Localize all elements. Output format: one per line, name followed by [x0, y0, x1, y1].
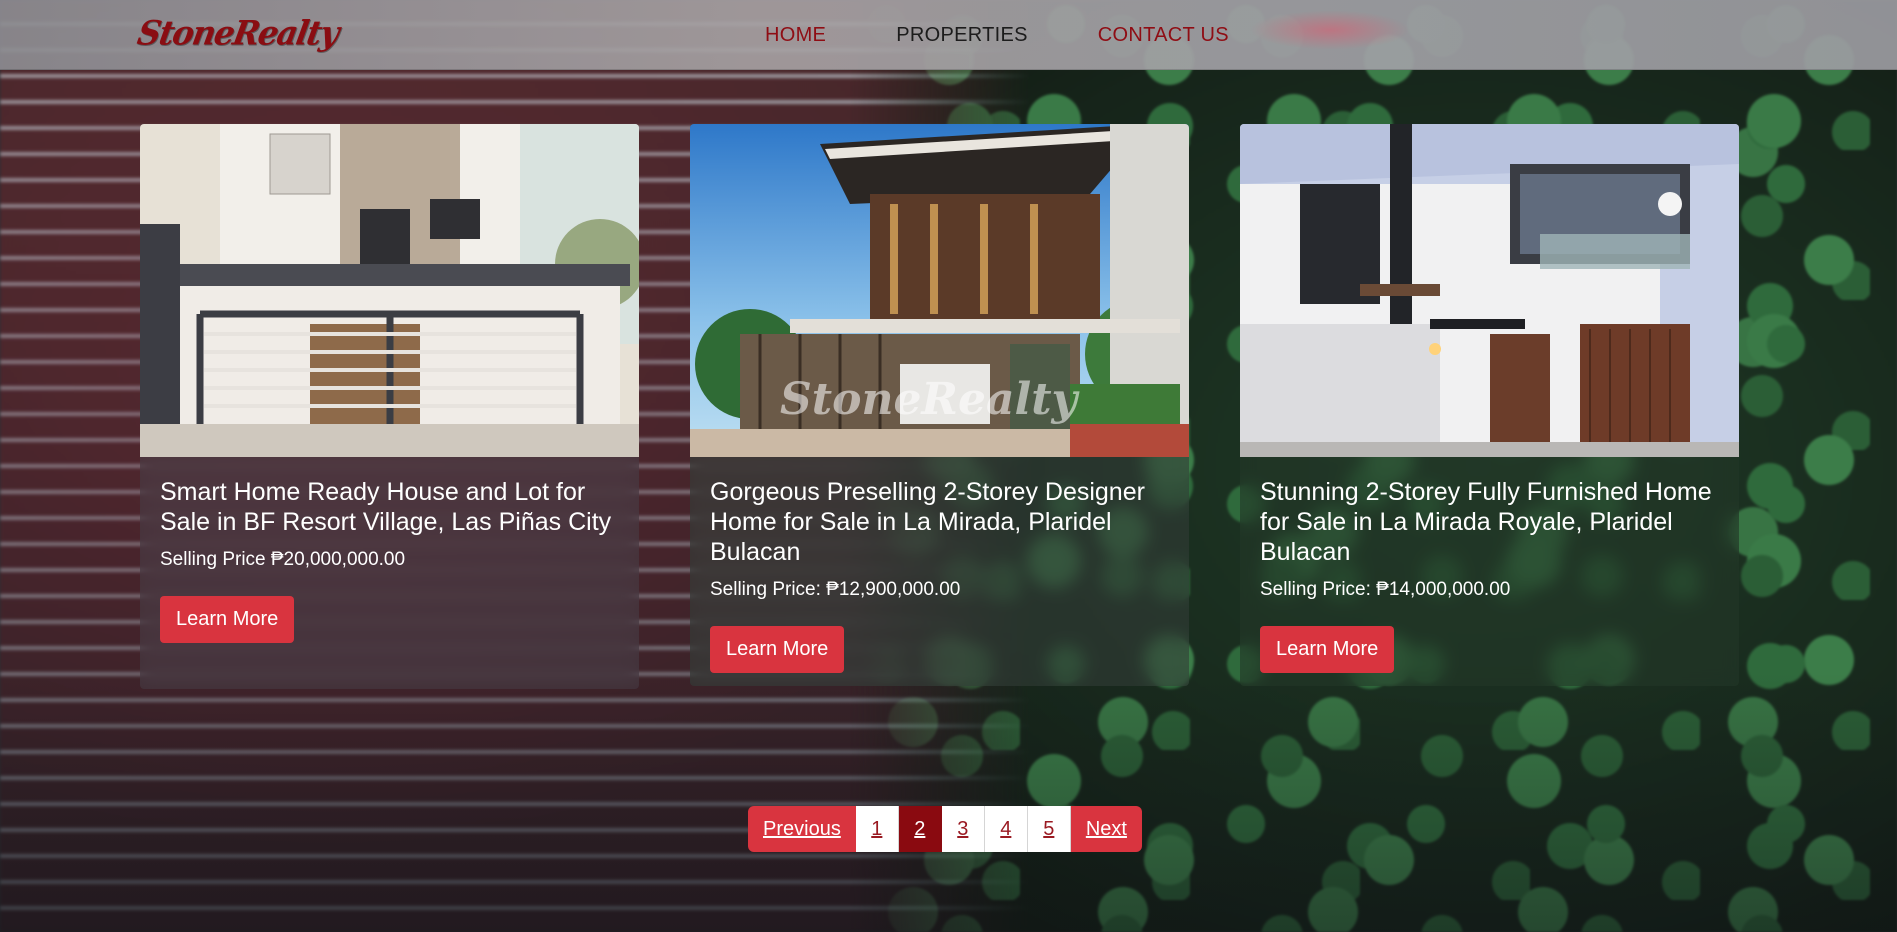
page-5-button[interactable]: 5	[1027, 806, 1071, 852]
nav-home-link[interactable]: HOME	[765, 24, 826, 47]
background-shade	[0, 672, 1897, 932]
previous-page-button[interactable]: Previous	[748, 806, 856, 852]
listing-title[interactable]: Smart Home Ready House and Lot for Sale …	[160, 477, 619, 537]
pagination: Previous 1 2 3 4 5 Next	[748, 806, 1142, 852]
house-photo-image	[1240, 124, 1739, 457]
listing-card: StoneRealty Gorgeous Preselling 2-Storey…	[690, 124, 1189, 686]
listing-title[interactable]: Gorgeous Preselling 2-Storey Designer Ho…	[710, 477, 1169, 567]
listing-cards: Smart Home Ready House and Lot for Sale …	[140, 124, 1739, 689]
learn-more-button[interactable]: Learn More	[710, 626, 845, 673]
card-body: Gorgeous Preselling 2-Storey Designer Ho…	[690, 457, 1189, 673]
listing-photo[interactable]	[1240, 124, 1739, 457]
page-4-button[interactable]: 4	[984, 806, 1028, 852]
page-3-button[interactable]: 3	[941, 806, 985, 852]
listing-card: Smart Home Ready House and Lot for Sale …	[140, 124, 639, 689]
listing-card: Stunning 2-Storey Fully Furnished Home f…	[1240, 124, 1739, 686]
listing-photo[interactable]	[140, 124, 639, 457]
learn-more-button[interactable]: Learn More	[1260, 626, 1395, 673]
next-page-button[interactable]: Next	[1070, 806, 1142, 852]
house-photo-image: StoneRealty	[690, 124, 1189, 457]
main-nav: HOME PROPERTIES CONTACT US	[765, 24, 1229, 47]
listing-price: Selling Price: ₱14,000,000.00	[1260, 579, 1511, 600]
listing-title[interactable]: Stunning 2-Storey Fully Furnished Home f…	[1260, 477, 1719, 567]
nav-properties-link[interactable]: PROPERTIES	[896, 24, 1028, 47]
house-photo-image	[140, 124, 639, 457]
brand-logo[interactable]: StoneRealty	[134, 13, 341, 53]
listing-photo[interactable]: StoneRealty	[690, 124, 1189, 457]
page-2-button[interactable]: 2	[898, 806, 942, 852]
page-1-button[interactable]: 1	[855, 806, 899, 852]
navbar: StoneRealty HOME PROPERTIES CONTACT US	[0, 0, 1897, 70]
watermark-text: StoneRealty	[780, 374, 1081, 425]
learn-more-button[interactable]: Learn More	[160, 596, 295, 643]
listing-price: Selling Price: ₱12,900,000.00	[710, 579, 961, 600]
nav-contact-link[interactable]: CONTACT US	[1098, 24, 1229, 47]
card-body: Stunning 2-Storey Fully Furnished Home f…	[1240, 457, 1739, 673]
listing-price: Selling Price ₱20,000,000.00	[160, 549, 406, 570]
card-body: Smart Home Ready House and Lot for Sale …	[140, 457, 639, 643]
